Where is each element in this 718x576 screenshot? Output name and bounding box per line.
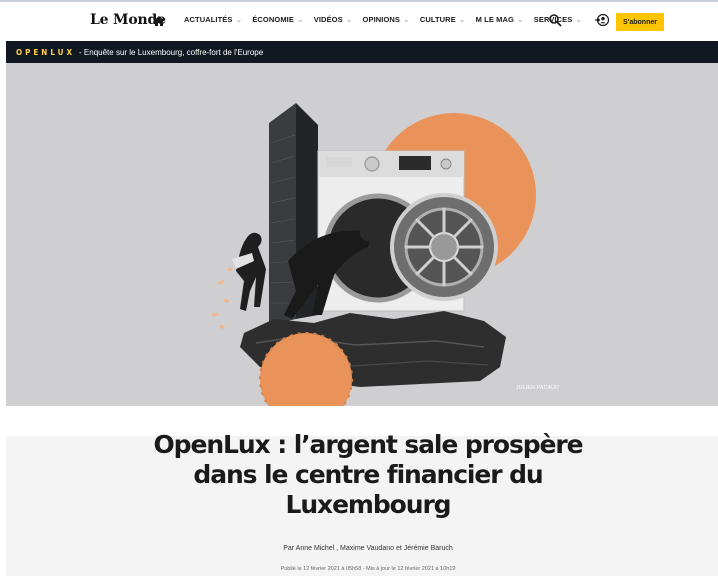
search-icon[interactable] (548, 13, 562, 27)
photo-credit: JULIEN PACAUD (516, 385, 559, 391)
nav-item-economie[interactable]: ÉCONOMIE ⌄ (252, 15, 303, 24)
chevron-down-icon: ⌄ (516, 15, 524, 24)
nav-item-label: ÉCONOMIE (252, 15, 294, 24)
nav-item-videos[interactable]: VIDÉOS ⌄ (314, 15, 353, 24)
main-menu: ACTUALITÉS ⌄ ÉCONOMIE ⌄ VIDÉOS ⌄ OPINION… (184, 15, 582, 24)
login-icon[interactable] (594, 12, 610, 28)
article-headline: OpenLux : l’argent sale prospère dans le… (153, 430, 584, 519)
chevron-down-icon: ⌄ (458, 15, 466, 24)
nav-item-label: OPINIONS (362, 15, 401, 24)
nav-item-label: M LE MAG (475, 15, 514, 24)
top-navigation: Le Monde ACTUALITÉS ⌄ ÉCONOMIE ⌄ VIDÉOS … (0, 0, 718, 38)
nav-item-label: ACTUALITÉS (184, 15, 233, 24)
subscribe-button[interactable]: S'abonner (616, 13, 664, 31)
article-byline: Par Anne Michel , Maxime Vaudano et Jéré… (283, 545, 453, 552)
nav-item-opinions[interactable]: OPINIONS ⌄ (363, 15, 410, 24)
nav-item-label: CULTURE (419, 15, 456, 24)
home-icon[interactable] (152, 14, 166, 28)
article-dates: Publié le 12 février 2021 à 05h58 - Mis … (280, 566, 456, 572)
banner-tag: OPENLUX (16, 47, 76, 57)
nav-item-m-le-mag[interactable]: M LE MAG ⌄ (476, 15, 524, 24)
chevron-down-icon: ⌄ (403, 15, 410, 24)
nav-item-culture[interactable]: CULTURE ⌄ (420, 15, 466, 24)
dossier-banner[interactable]: OPENLUX - Enquête sur le Luxembourg, cof… (6, 41, 718, 63)
chevron-down-icon: ⌄ (235, 15, 243, 24)
collage-artwork (211, 103, 536, 406)
banner-text: - Enquête sur le Luxembourg, coffre-fort… (79, 47, 264, 57)
hero-illustration (6, 63, 718, 406)
chevron-down-icon: ⌄ (575, 15, 583, 24)
nav-item-actualites[interactable]: ACTUALITÉS ⌄ (184, 15, 242, 24)
chevron-down-icon: ⌄ (345, 15, 353, 24)
chevron-down-icon: ⌄ (296, 15, 304, 24)
nav-item-label: VIDÉOS (313, 15, 343, 24)
